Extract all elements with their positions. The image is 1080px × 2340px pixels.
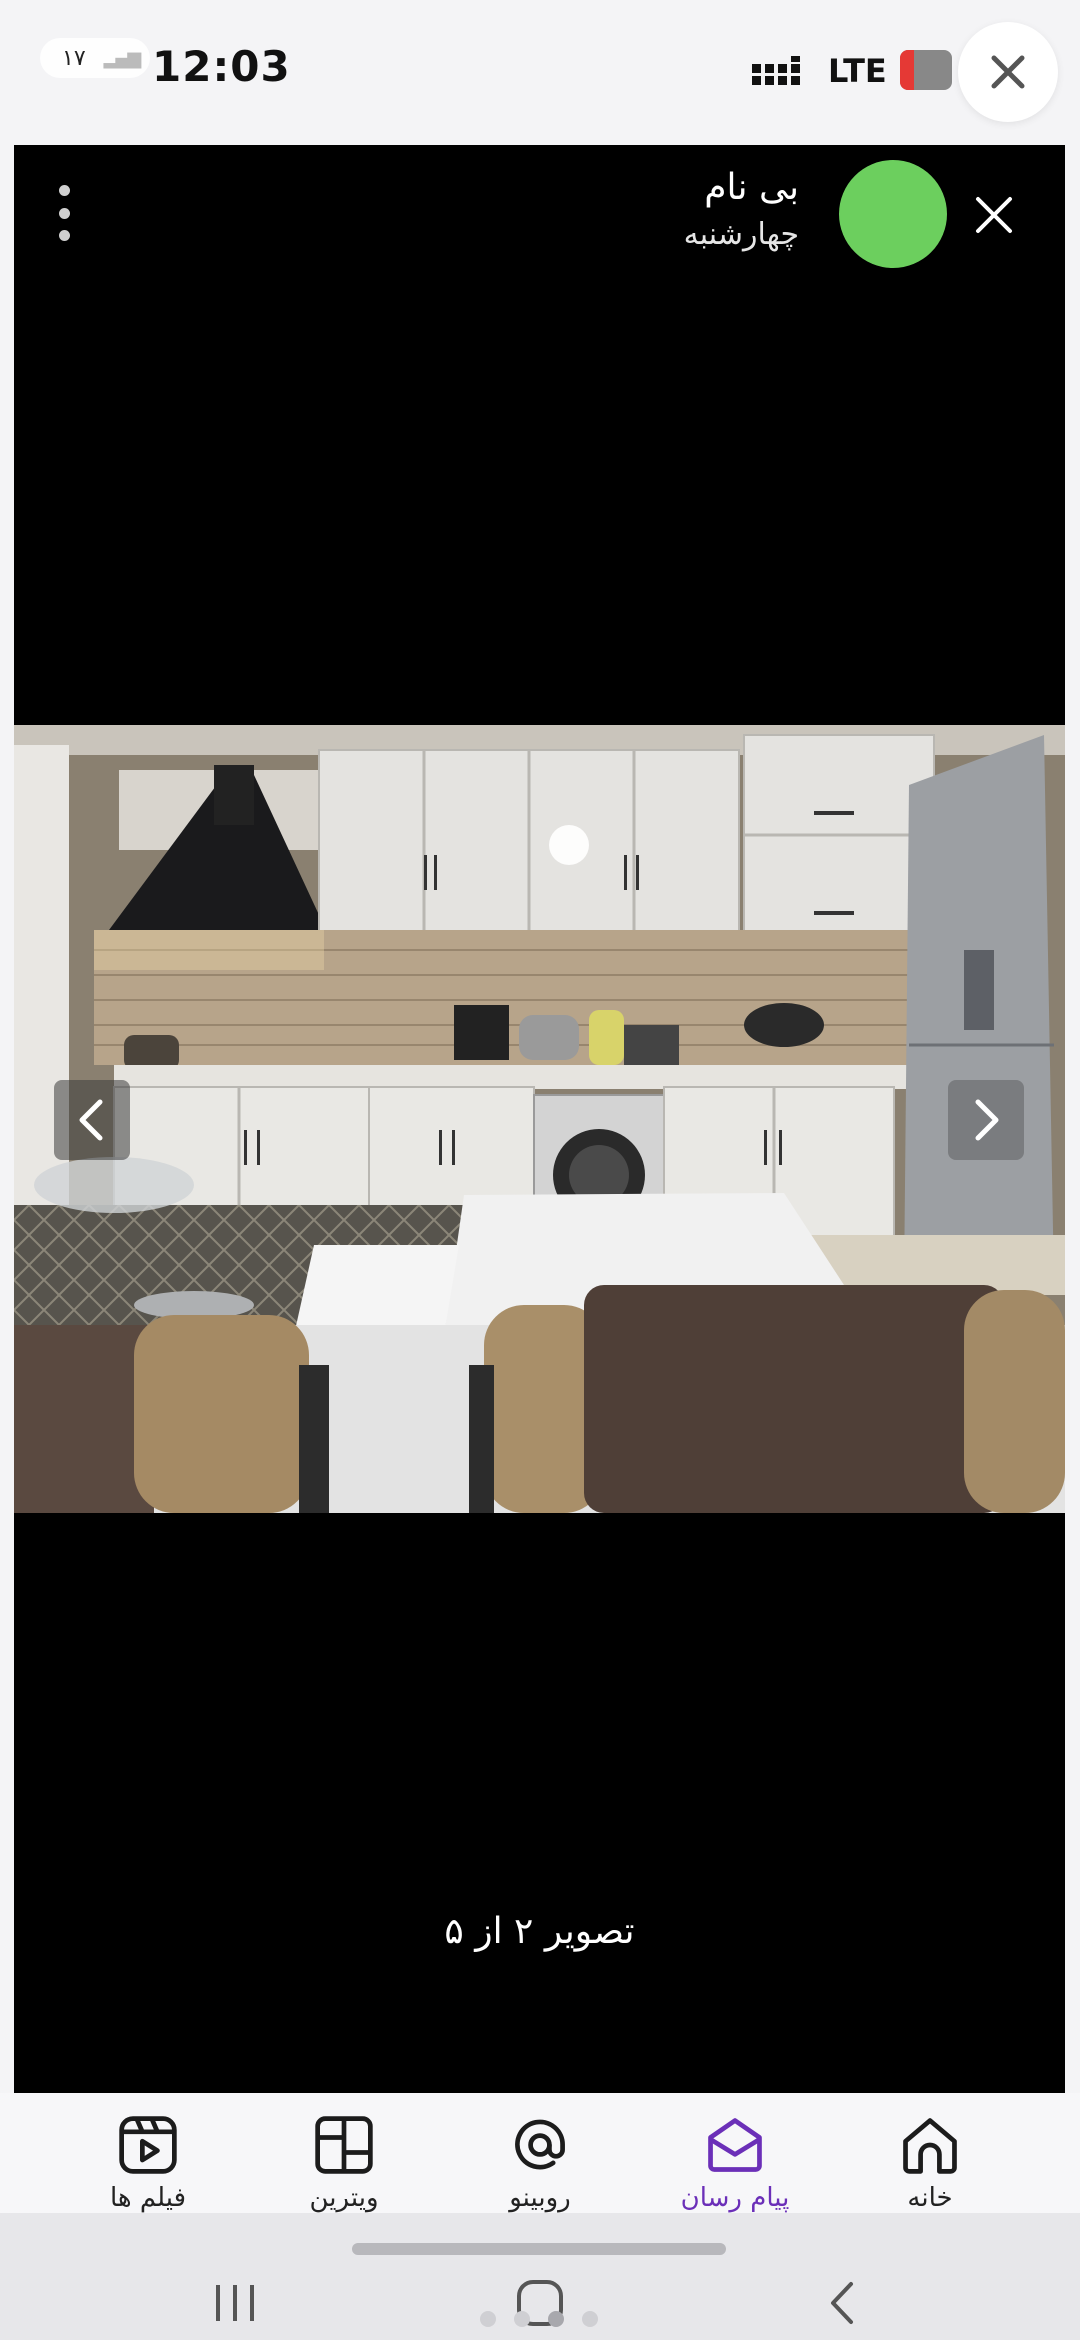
video-icon — [119, 2116, 177, 2174]
status-bar: ۱۷ ▂▄▆ 12:03 LTE — [0, 0, 1080, 145]
page-dot — [480, 2311, 496, 2327]
nav-label-home: خانه — [907, 2183, 953, 2213]
more-dot — [58, 230, 70, 241]
nav-label-rubino: روبینو — [509, 2183, 571, 2213]
page-dot — [582, 2311, 598, 2327]
close-overlay-button[interactable] — [958, 22, 1058, 122]
close-icon — [991, 55, 1025, 89]
showcase-grid-icon — [315, 2116, 373, 2174]
page-dot-active — [548, 2311, 564, 2327]
nav-label-messenger: پیام رسان — [680, 2183, 790, 2213]
screen: ۱۷ ▂▄▆ 12:03 LTE بی نام چهارشنبه تصویر ۲… — [0, 0, 1080, 2340]
more-dot — [58, 207, 70, 219]
messenger-envelope-icon — [708, 2118, 762, 2172]
avatar[interactable] — [839, 160, 947, 268]
more-dot — [58, 185, 70, 196]
image-counter: تصویر ۲ از ۵ — [444, 1911, 635, 1952]
displayed-photo[interactable] — [14, 725, 1065, 1513]
at-sign-icon — [515, 2119, 565, 2170]
signal-strength-icon — [752, 56, 800, 85]
chevron-right-icon — [975, 1099, 999, 1141]
system-back-button[interactable] — [808, 2273, 878, 2333]
notification-count: ۱۷ — [62, 45, 86, 71]
nav-item-home[interactable]: خانه — [840, 2113, 1020, 2213]
signal-mini-icon: ▂▄▆ — [103, 47, 142, 69]
previous-image-button[interactable] — [54, 1080, 130, 1160]
status-time: 12:03 — [152, 42, 291, 91]
sender-date: چهارشنبه — [683, 217, 799, 252]
kitchen-photo — [14, 725, 1065, 1513]
system-navigation-bar — [0, 2213, 1080, 2340]
recents-icon — [216, 2285, 254, 2321]
notification-chip[interactable]: ۱۷ ▂▄▆ — [40, 38, 150, 78]
nav-label-videos: فیلم ها — [109, 2183, 187, 2213]
back-chevron-icon — [831, 2282, 853, 2324]
nav-item-showcase[interactable]: ویترین — [254, 2113, 434, 2213]
viewer-close-button[interactable] — [969, 190, 1019, 240]
sender-name: بی نام — [704, 167, 799, 208]
nav-item-messenger[interactable]: پیام رسان — [645, 2113, 825, 2213]
nav-label-showcase: ویترین — [309, 2183, 379, 2213]
recents-button[interactable] — [200, 2273, 270, 2333]
next-image-button[interactable] — [948, 1080, 1024, 1160]
bottom-navigation: فیلم ها ویترین روبینو پیام رسان خانه — [0, 2093, 1080, 2213]
close-icon — [976, 197, 1012, 233]
page-indicator — [480, 2311, 598, 2327]
chevron-left-icon — [79, 1099, 103, 1141]
gesture-handle[interactable] — [352, 2243, 726, 2255]
network-type-label: LTE — [828, 52, 887, 90]
home-icon — [903, 2118, 957, 2174]
nav-item-rubino[interactable]: روبینو — [450, 2113, 630, 2213]
page-dot — [514, 2311, 530, 2327]
image-viewer: بی نام چهارشنبه تصویر ۲ از ۵ — [14, 145, 1065, 2093]
more-options-button[interactable] — [44, 185, 84, 241]
battery-icon — [900, 50, 952, 90]
nav-item-videos[interactable]: فیلم ها — [58, 2113, 238, 2213]
